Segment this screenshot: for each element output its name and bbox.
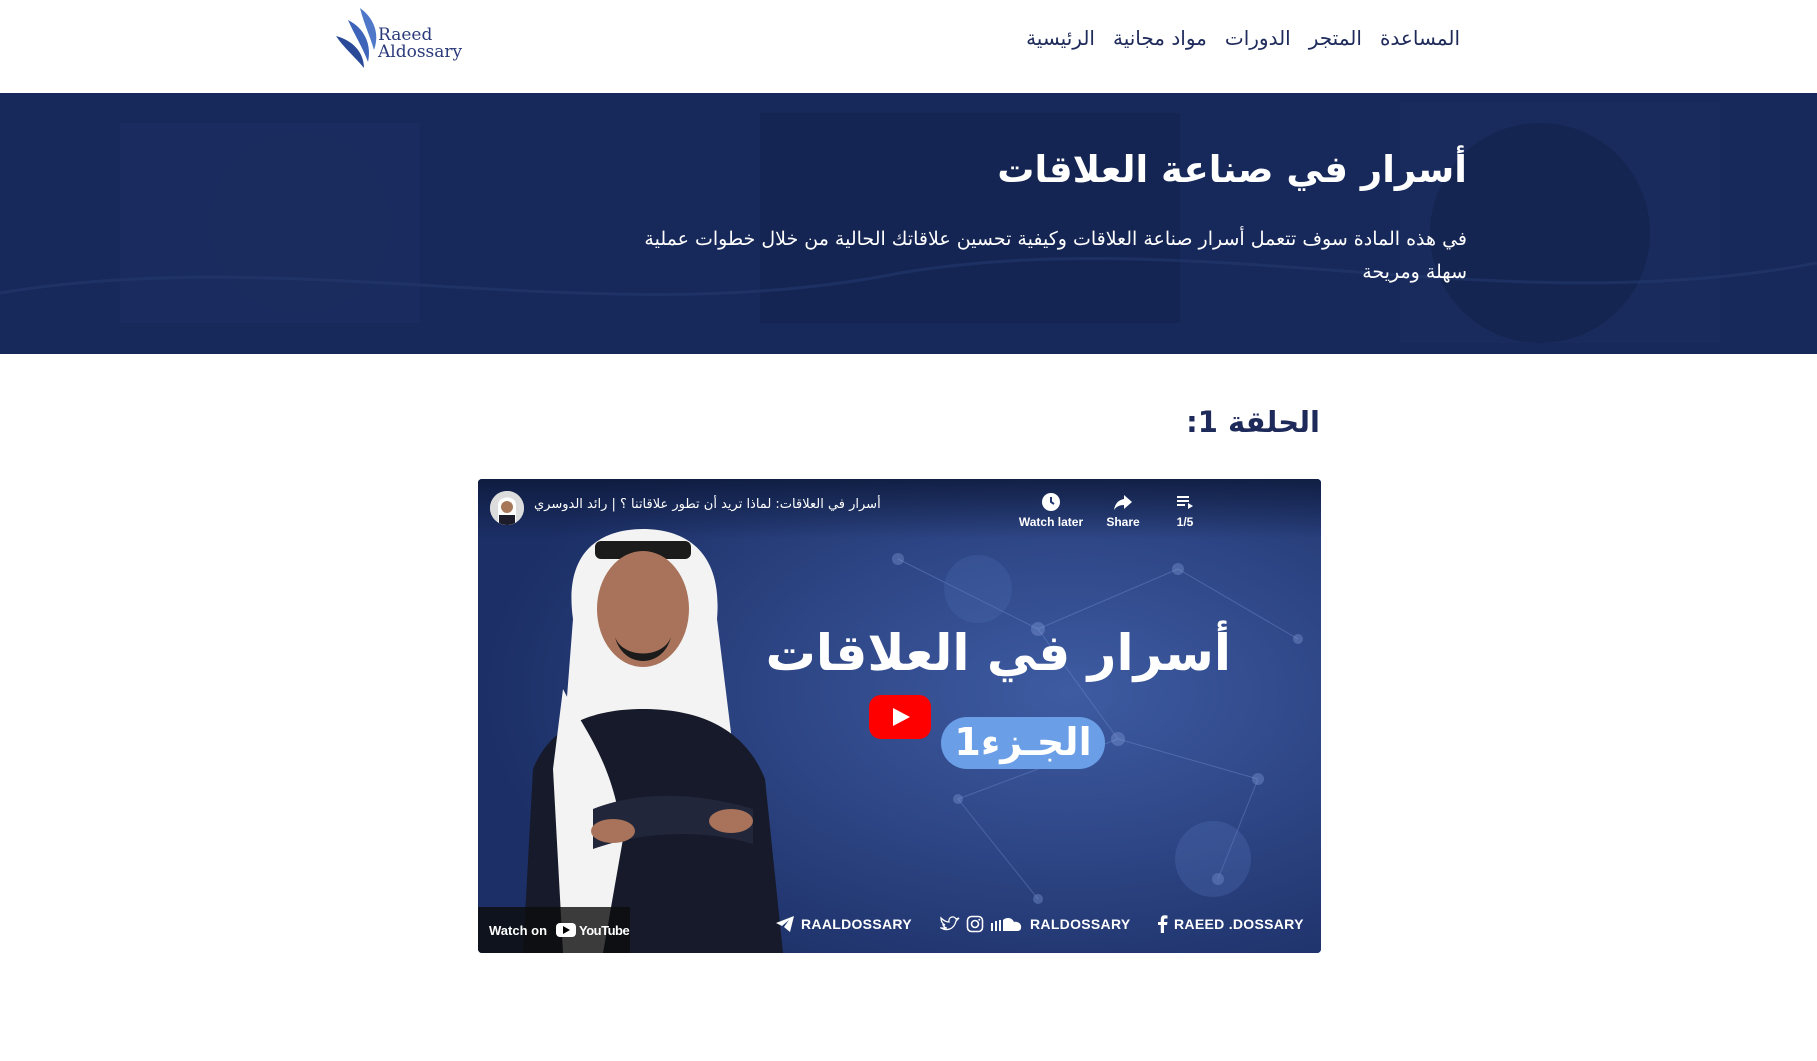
telegram-handle: RAALDOSSARY <box>801 916 912 932</box>
youtube-wordmark: YouTube <box>579 922 630 938</box>
nav-item-courses[interactable]: الدورات <box>1225 26 1291 50</box>
share-arrow-icon <box>1114 495 1132 510</box>
hero-description-line1: في هذه المادة سوف تتعمل أسرار صناعة العل… <box>644 228 1467 250</box>
hero-description-line2: سهلة ومريحة <box>1362 261 1467 283</box>
youtube-embed[interactable]: أسرار في العلاقات: لماذا تريد أن تطور عل… <box>478 479 1321 953</box>
watch-on-youtube-button[interactable]: Watch on YouTube <box>478 907 630 953</box>
thumbnail-title: أسرار في العلاقات <box>765 624 1231 682</box>
share-label: Share <box>1106 515 1140 529</box>
social-facebook: RAEED .DOSSARY <box>1156 915 1304 933</box>
youtube-logo: YouTube <box>556 922 630 938</box>
brand-wordmark: Raeed Aldossary <box>378 27 462 61</box>
hero-banner: أسرار في صناعة العلاقات في هذه المادة سو… <box>0 93 1817 354</box>
part-badge: الجـزء1 <box>941 717 1105 769</box>
brand-line2: Aldossary <box>378 42 463 62</box>
facebook-icon <box>1158 915 1168 933</box>
social-multi-handle: RALDOSSARY <box>1030 916 1131 932</box>
playlist-position: 1/5 <box>1176 515 1194 529</box>
playlist-icon <box>1177 496 1193 509</box>
site-header: Raeed Aldossary الرئيسية مواد مجانية الد… <box>0 0 1817 93</box>
social-multi: RALDOSSARY <box>940 915 1131 933</box>
brand-logo[interactable]: Raeed Aldossary <box>330 6 470 72</box>
instagram-icon <box>966 915 984 933</box>
watch-later-button[interactable]: Watch later <box>1016 491 1086 529</box>
telegram-icon <box>776 916 794 932</box>
watch-on-label: Watch on <box>489 922 548 938</box>
nav-item-help[interactable]: المساعدة <box>1380 26 1460 50</box>
presenter-portrait <box>523 529 783 953</box>
playlist-button[interactable]: 1/5 <box>1150 491 1220 529</box>
soundcloud-icon <box>991 917 1022 931</box>
clock-icon <box>1042 493 1060 511</box>
share-button[interactable]: Share <box>1088 491 1158 529</box>
youtube-play-icon <box>556 923 577 937</box>
social-telegram: RAALDOSSARY <box>775 915 912 933</box>
watch-later-label: Watch later <box>1018 515 1084 529</box>
main-nav: الرئيسية مواد مجانية الدورات المتجر المس… <box>1026 26 1460 50</box>
play-button[interactable] <box>869 695 931 739</box>
hero-description: في هذه المادة سوف تتعمل أسرار صناعة العل… <box>627 223 1467 289</box>
page-title: أسرار في صناعة العلاقات <box>997 148 1467 191</box>
facebook-handle: RAEED .DOSSARY <box>1174 916 1304 932</box>
nav-item-home[interactable]: الرئيسية <box>1026 26 1095 50</box>
nav-item-free-materials[interactable]: مواد مجانية <box>1113 26 1207 50</box>
nav-item-store[interactable]: المتجر <box>1309 26 1362 50</box>
episode-heading: الحلقة 1: <box>1186 405 1320 439</box>
twitter-icon <box>940 916 960 931</box>
